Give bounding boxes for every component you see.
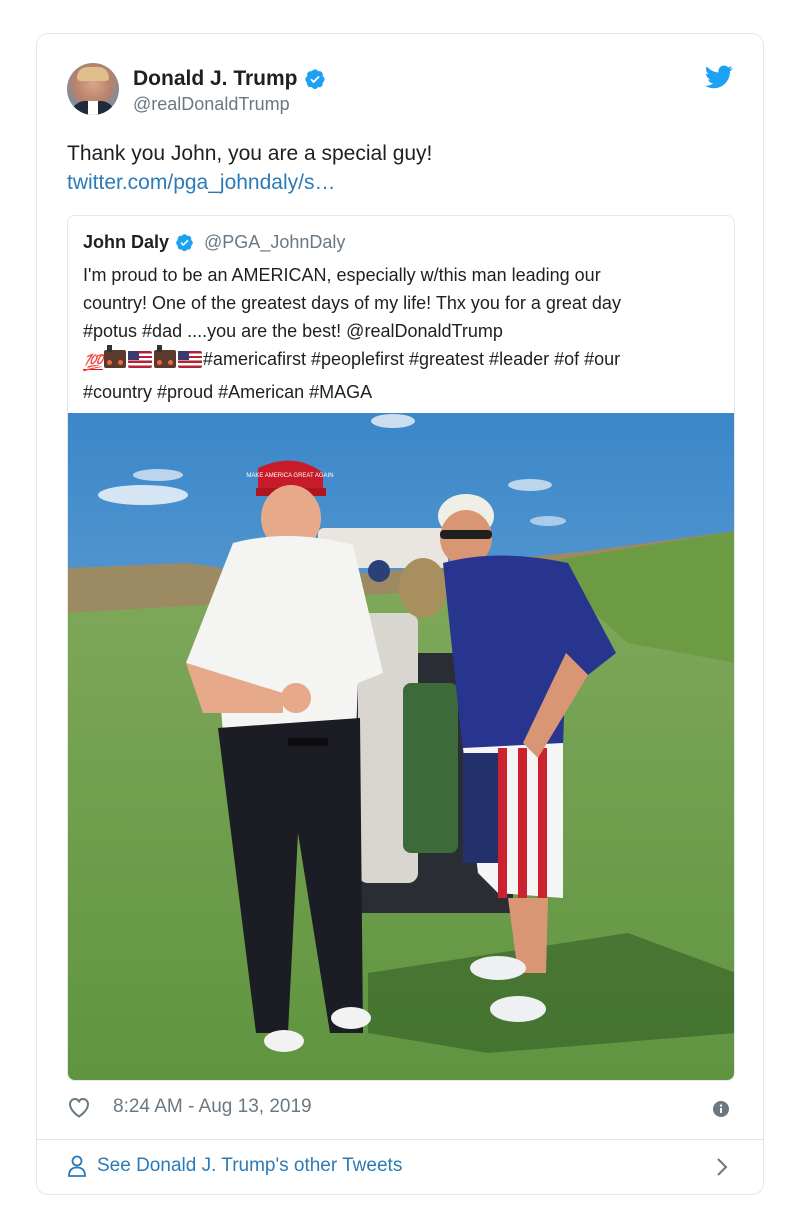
author-avatar[interactable] xyxy=(67,63,119,115)
hat-text: MAKE AMERICA GREAT AGAIN xyxy=(246,473,333,479)
quoted-tweet[interactable]: John Daly @PGA_JohnDaly I'm proud to be … xyxy=(67,215,735,1081)
quoted-text-line: #country #proud #American #MAGA xyxy=(83,382,373,402)
person-icon xyxy=(68,1155,86,1177)
chevron-right-icon[interactable] xyxy=(715,1157,729,1177)
us-flag-emoji-icon xyxy=(177,351,202,368)
tweet-text: Thank you John, you are a special guy! xyxy=(67,142,433,165)
author-handle[interactable]: @realDonaldTrump xyxy=(133,94,326,115)
quoted-hashtags: #americafirst #peoplefirst #greatest #le… xyxy=(202,349,621,369)
tweet-link[interactable]: twitter.com/pga_johndaly/s… xyxy=(67,171,335,195)
tweet-footer: 8:24 AM - Aug 13, 2019 xyxy=(67,1096,312,1118)
us-flag-emoji-icon xyxy=(127,351,152,368)
twitter-bird-icon[interactable] xyxy=(705,65,733,89)
quoted-text-line: I'm proud to be an AMERICAN, especially … xyxy=(83,265,601,285)
quoted-text-line: #potus #dad ....you are the best! @realD… xyxy=(83,321,503,341)
locomotive-emoji-icon xyxy=(103,345,126,368)
hundred-points-emoji-icon: 💯 xyxy=(83,355,103,372)
divider xyxy=(37,1139,763,1140)
embedded-tweet-card: Donald J. Trump @realDonaldTrump Thank y… xyxy=(36,33,764,1195)
see-other-tweets-link[interactable]: See Donald J. Trump's other Tweets xyxy=(67,1155,402,1177)
tweet-timestamp[interactable]: 8:24 AM - Aug 13, 2019 xyxy=(113,1096,312,1118)
quoted-text-line: country! One of the greatest days of my … xyxy=(83,293,621,313)
quoted-text-line-emoji: 💯 #americafirst #peoplefirst #greatest #l… xyxy=(83,345,723,378)
author-info[interactable]: Donald J. Trump @realDonaldTrump xyxy=(133,67,326,115)
quoted-display-name: John Daly xyxy=(83,232,170,252)
verified-icon xyxy=(304,69,325,89)
info-icon[interactable] xyxy=(713,1101,729,1117)
verified-icon xyxy=(176,234,193,252)
heart-icon[interactable] xyxy=(67,1096,91,1118)
quoted-header: John Daly @PGA_JohnDaly xyxy=(83,232,345,253)
author-display-name[interactable]: Donald J. Trump xyxy=(133,67,298,91)
quoted-handle: @PGA_JohnDaly xyxy=(204,232,346,252)
quoted-photo[interactable]: MAKE AMERICA GREAT AGAIN xyxy=(68,413,735,1081)
see-other-tweets-label[interactable]: See Donald J. Trump's other Tweets xyxy=(97,1155,402,1177)
quoted-text: I'm proud to be an AMERICAN, especially … xyxy=(83,261,723,406)
locomotive-emoji-icon xyxy=(153,345,176,368)
